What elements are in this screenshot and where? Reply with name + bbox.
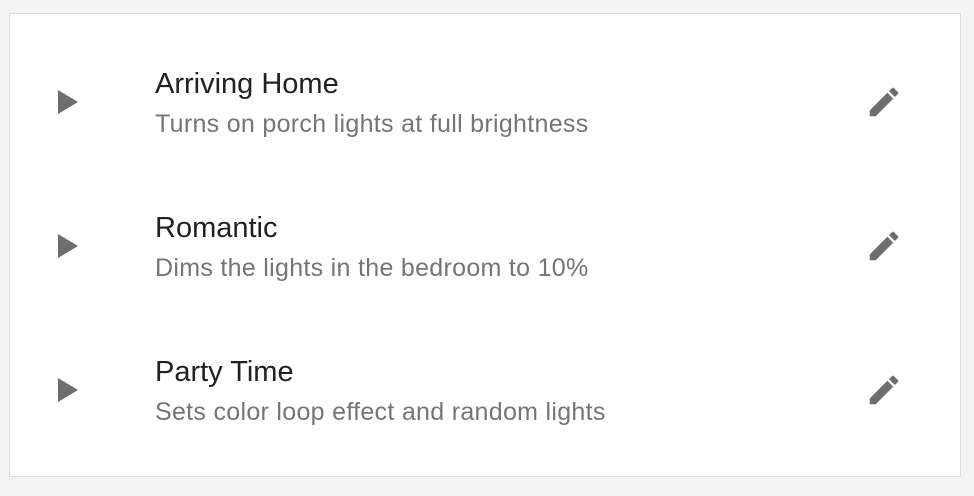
pencil-icon — [869, 375, 899, 405]
play-arrow-icon — [58, 378, 78, 402]
scene-text: Arriving Home Turns on porch lights at f… — [155, 66, 840, 140]
play-arrow-icon — [58, 90, 78, 114]
scene-row: Arriving Home Turns on porch lights at f… — [10, 30, 960, 174]
scene-title: Arriving Home — [155, 68, 339, 100]
scene-description: Dims the lights in the bedroom to 10% — [155, 254, 589, 282]
pencil-icon — [869, 231, 899, 261]
pencil-icon — [869, 87, 899, 117]
scenes-card: Arriving Home Turns on porch lights at f… — [9, 13, 961, 477]
play-scene-button[interactable] — [44, 366, 92, 414]
edit-scene-button[interactable] — [856, 74, 912, 130]
scene-row: Party Time Sets color loop effect and ra… — [10, 318, 960, 462]
edit-scene-button[interactable] — [856, 362, 912, 418]
play-scene-button[interactable] — [44, 222, 92, 270]
scene-title: Party Time — [155, 356, 294, 388]
scene-text: Party Time Sets color loop effect and ra… — [155, 354, 840, 428]
scene-description: Sets color loop effect and random lights — [155, 398, 606, 426]
play-arrow-icon — [58, 234, 78, 258]
edit-scene-button[interactable] — [856, 218, 912, 274]
scene-title: Romantic — [155, 212, 278, 244]
scene-row: Romantic Dims the lights in the bedroom … — [10, 174, 960, 318]
play-scene-button[interactable] — [44, 78, 92, 126]
scene-description: Turns on porch lights at full brightness — [155, 110, 589, 138]
scene-text: Romantic Dims the lights in the bedroom … — [155, 210, 840, 284]
